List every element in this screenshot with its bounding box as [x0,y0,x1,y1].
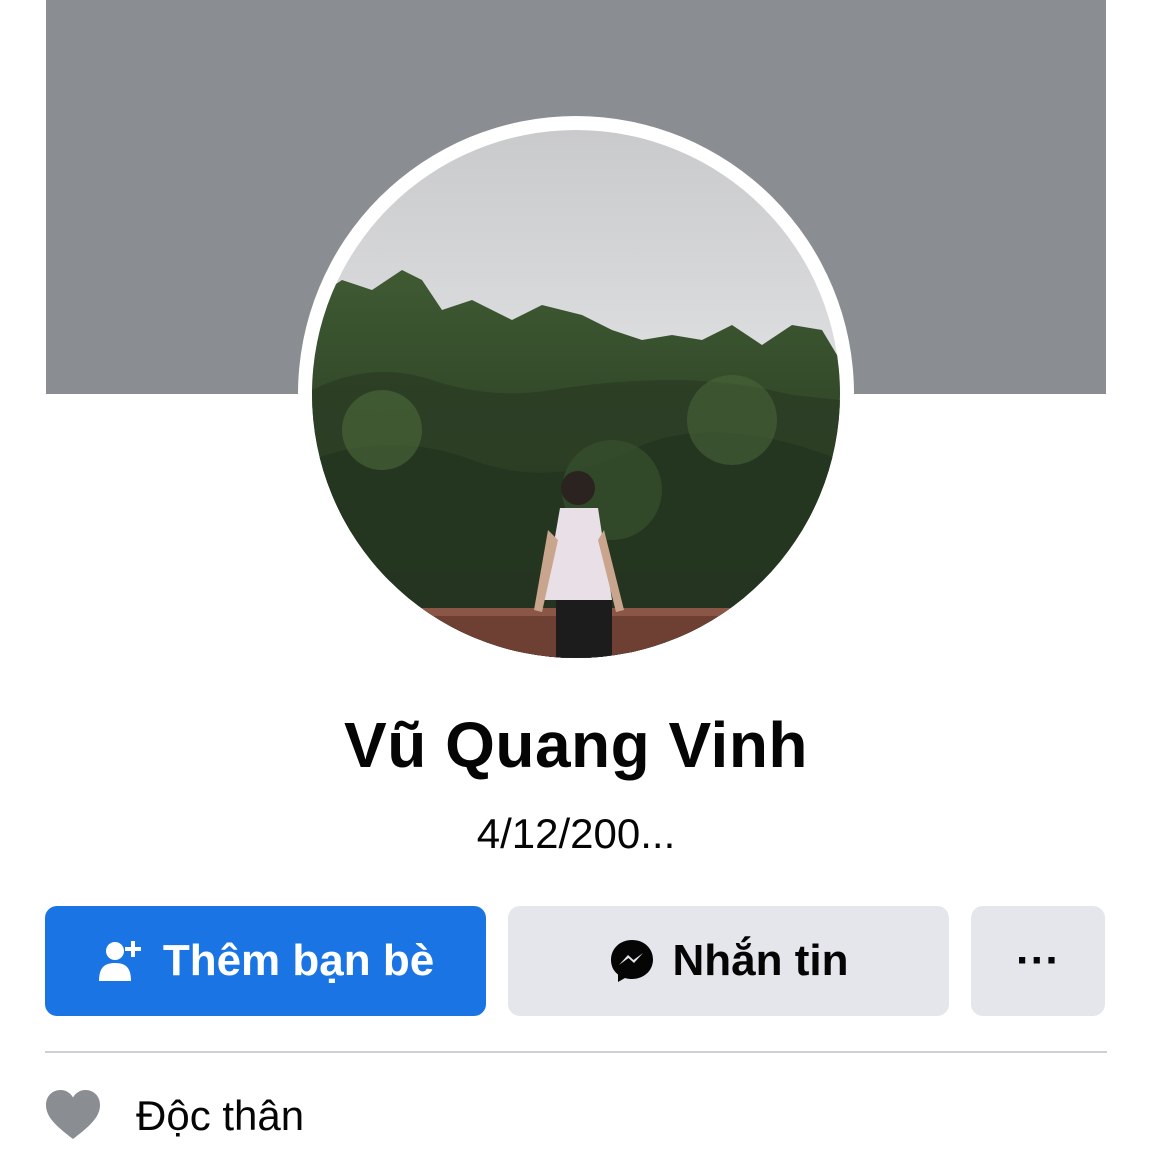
message-button[interactable]: Nhắn tin [508,906,949,1016]
profile-subtitle: 4/12/200... [476,810,676,857]
avatar-photo [312,130,840,658]
section-divider [45,1051,1107,1053]
profile-name: Vũ Quang Vinh [344,709,808,781]
message-label: Nhắn tin [672,936,849,985]
more-options-button[interactable]: ··· [971,906,1105,1016]
messenger-icon [609,938,655,984]
add-friend-icon [97,939,145,983]
add-friend-button[interactable]: Thêm bạn bè [45,906,486,1016]
more-dots-icon: ··· [1016,936,1060,985]
heart-icon [44,1087,102,1145]
detail-label: Độc thân [136,1092,305,1139]
add-friend-label: Thêm bạn bè [162,936,435,985]
profile-avatar[interactable] [312,130,840,658]
detail-relationship: Độc thân [44,1084,304,1148]
